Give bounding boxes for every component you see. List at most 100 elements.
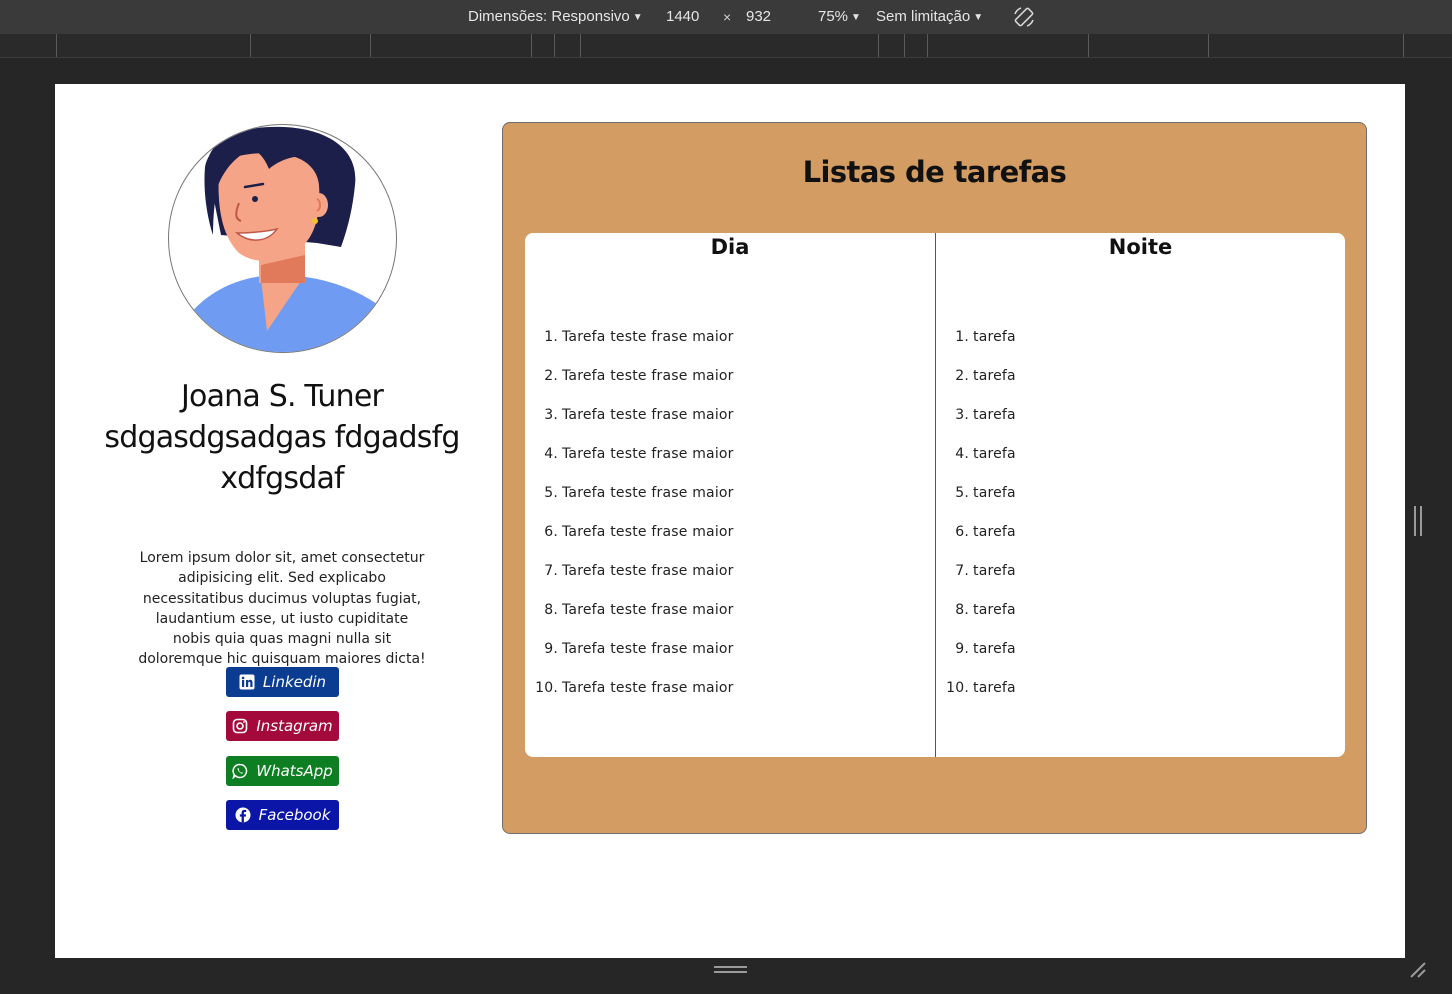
task-lists-title: Listas de tarefas (802, 155, 1067, 189)
zoom-dropdown[interactable]: 75% ▼ (818, 8, 861, 25)
list-item: 5. Tarefa teste frase maior (525, 485, 734, 524)
list-item: 8. tarefa (936, 602, 1016, 641)
media-query-ruler[interactable] (0, 34, 1452, 58)
profile-name: Joana S. Tuner sdgasdgsadgas fdgadsfg xd… (104, 379, 460, 496)
dimensions-dropdown[interactable]: Dimensões: Responsivo ▼ (468, 8, 643, 25)
list-item-text: Tarefa teste frase maior (562, 641, 734, 657)
list-item-text: Tarefa teste frase maior (562, 602, 734, 618)
ruler-tick (927, 34, 928, 57)
ruler-tick (1208, 34, 1209, 57)
list-item-number: 6. (544, 524, 558, 540)
height-input[interactable]: 932 (746, 8, 771, 25)
list-item-text: Tarefa teste frase maior (562, 407, 734, 423)
list-item-text: Tarefa teste frase maior (562, 368, 734, 384)
throttle-dropdown[interactable]: Sem limitação ▼ (876, 8, 983, 25)
resize-corner-icon[interactable] (1408, 960, 1428, 980)
list-item: 4. tarefa (936, 446, 1016, 485)
resize-handle-bottom[interactable] (714, 966, 747, 973)
instagram-label: Instagram (256, 717, 333, 735)
list-item-number: 5. (544, 485, 558, 501)
list-item-text: tarefa (973, 524, 1016, 540)
ruler-tick (554, 34, 555, 57)
list-item-number: 4. (955, 446, 969, 462)
facebook-icon (235, 807, 251, 823)
throttle-label: Sem limitação (876, 8, 971, 25)
task-lists-container: Dia 1. Tarefa teste frase maior 2. Tarefa t… (525, 233, 1345, 757)
list-item: 4. Tarefa teste frase maior (525, 446, 734, 485)
list-item-text: Tarefa teste frase maior (562, 563, 734, 579)
list-item: 3. Tarefa teste frase maior (525, 407, 734, 446)
profile-description: Lorem ipsum dolor sit, amet consectetur … (138, 550, 426, 668)
ruler-tick (531, 34, 532, 57)
woman-avatar-illustration (170, 126, 396, 352)
list-item-number: 9. (544, 641, 558, 657)
devtools-toolbar: Dimensões: Responsivo ▼ 1440 × 932 75% ▼ S… (0, 0, 1452, 34)
list-item-number: 1. (544, 329, 558, 345)
night-task-list: 1. tarefa 2. tarefa 3. tarefa 4. tarefa 5. tarefa… (936, 329, 1016, 719)
list-item-text: Tarefa teste frase maior (562, 329, 734, 345)
list-item: 8. Tarefa teste frase maior (525, 602, 734, 641)
facebook-button[interactable]: Facebook (226, 800, 339, 830)
list-item-number: 5. (955, 485, 969, 501)
list-item-text: tarefa (973, 329, 1016, 345)
instagram-button[interactable]: Instagram (226, 711, 339, 741)
list-item-text: Tarefa teste frase maior (562, 485, 734, 501)
list-item-text: Tarefa teste frase maior (562, 446, 734, 462)
task-lists-panel: Listas de tarefas Dia 1. Tarefa teste fra… (502, 122, 1367, 834)
list-item-text: tarefa (973, 680, 1016, 696)
list-item: 10. Tarefa teste frase maior (525, 680, 734, 719)
times-separator: × (723, 9, 732, 25)
list-item: 9. tarefa (936, 641, 1016, 680)
day-list-heading: Dia (710, 235, 750, 259)
list-item-number: 10. (535, 680, 558, 696)
day-list-column: Dia 1. Tarefa teste frase maior 2. Tarefa t… (525, 233, 935, 757)
list-item-text: tarefa (973, 368, 1016, 384)
list-item-number: 7. (544, 563, 558, 579)
chevron-down-icon: ▼ (851, 12, 861, 23)
list-item: 10. tarefa (936, 680, 1016, 719)
rotate-icon[interactable] (1012, 5, 1036, 29)
list-item-number: 10. (946, 680, 969, 696)
linkedin-label: Linkedin (262, 673, 327, 691)
list-item-number: 7. (955, 563, 969, 579)
instagram-icon (232, 718, 248, 734)
list-item: 9. Tarefa teste frase maior (525, 641, 734, 680)
list-item-text: tarefa (973, 563, 1016, 579)
zoom-label: 75% (818, 8, 849, 25)
list-item: 6. tarefa (936, 524, 1016, 563)
page-viewport: Joana S. Tuner sdgasdgsadgas fdgadsfg xd… (55, 84, 1405, 958)
night-list-column: Noite 1. tarefa 2. tarefa 3. tarefa 4. tarefa 5.… (935, 233, 1345, 757)
dimensions-label: Dimensões: Responsivo (468, 8, 630, 25)
list-item-number: 9. (955, 641, 969, 657)
linkedin-button[interactable]: Linkedin (226, 667, 339, 697)
list-item-number: 6. (955, 524, 969, 540)
list-item-number: 1. (955, 329, 969, 345)
ruler-tick (1088, 34, 1089, 57)
whatsapp-button[interactable]: WhatsApp (226, 756, 339, 786)
ruler-tick (250, 34, 251, 57)
avatar (168, 124, 397, 353)
list-item-text: Tarefa teste frase maior (562, 524, 734, 540)
list-item-text: tarefa (973, 485, 1016, 501)
width-input[interactable]: 1440 (666, 8, 699, 25)
ruler-tick (878, 34, 879, 57)
list-item: 6. Tarefa teste frase maior (525, 524, 734, 563)
whatsapp-label: WhatsApp (256, 762, 333, 780)
ruler-tick (56, 34, 57, 57)
facebook-label: Facebook (258, 806, 331, 824)
list-item: 3. tarefa (936, 407, 1016, 446)
linkedin-icon (239, 674, 255, 690)
ruler-tick (904, 34, 905, 57)
list-item-number: 3. (955, 407, 969, 423)
list-item-text: tarefa (973, 641, 1016, 657)
list-item: 2. tarefa (936, 368, 1016, 407)
ruler-tick (1403, 34, 1404, 57)
list-item: 5. tarefa (936, 485, 1016, 524)
ruler-tick (580, 34, 581, 57)
list-item-number: 2. (544, 368, 558, 384)
list-item: 7. Tarefa teste frase maior (525, 563, 734, 602)
ruler-tick (370, 34, 371, 57)
resize-handle-right[interactable] (1414, 506, 1422, 536)
list-item-number: 2. (955, 368, 969, 384)
list-item-number: 8. (955, 602, 969, 618)
